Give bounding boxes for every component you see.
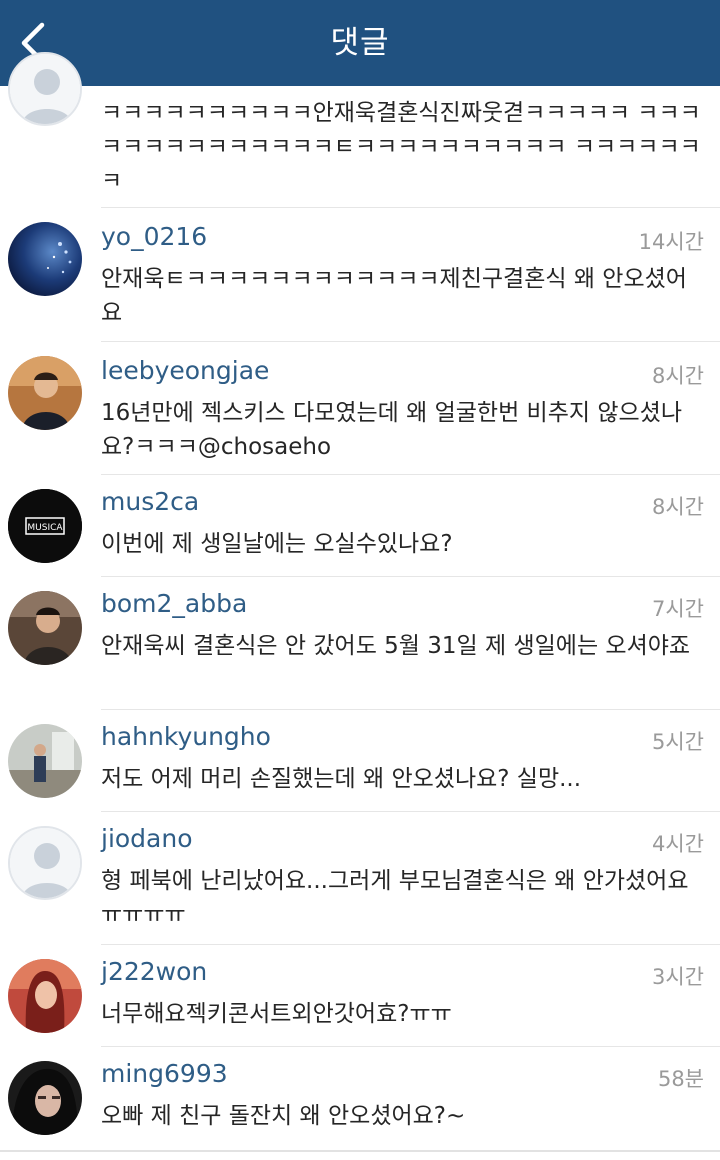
top-bar: 댓글 [0, 0, 720, 86]
comment-text: 이번에 제 생일날에는 오실수있나요? [101, 531, 453, 557]
avatar-image [8, 1061, 82, 1135]
comment-text: 오빠 제 친구 돌잔치 왜 안오셨어요?~ [101, 1103, 466, 1129]
timestamp: 8시간 [651, 364, 704, 388]
comment-item: ㅋㅋㅋㅋㅋㅋㅋㅋㅋㅋ안재욱결혼식진짜웃겯ㅋㅋㅋㅋㅋ ㅋㅋㅋㅋㅋㅋㅋㅋㅋㅋㅋㅋㅋㅋ… [0, 52, 720, 208]
username[interactable]: bom2_abba [101, 589, 247, 618]
timestamp: 3시간 [651, 965, 704, 989]
comment-item: jiodano 4시간 형 페북에 난리났어요...그러게 부모님결혼식은 왜 … [0, 812, 720, 945]
comment-item: leebyeongjae 8시간 16년만에 젝스키스 다모였는데 왜 얼굴한번… [0, 342, 720, 475]
username[interactable]: yo_0216 [101, 222, 207, 251]
avatar[interactable] [8, 959, 82, 1033]
comment-item: ming6993 58분 오빠 제 친구 돌잔치 왜 안오셨어요?~ [0, 1047, 720, 1149]
username[interactable]: jiodano [101, 824, 193, 853]
comment-text: 16년만에 젝스키스 다모였는데 왜 얼굴한번 비추지 않으셨나요?ㅋㅋㅋ@ch… [101, 400, 682, 460]
avatar-logo-text: MUSICA [27, 523, 63, 533]
avatar-image [8, 959, 82, 1033]
default-avatar-icon [10, 828, 80, 898]
default-avatar-icon [10, 54, 80, 124]
avatar[interactable]: MUSICA [8, 489, 82, 563]
comment-item: bom2_abba 7시간 안재욱씨 결혼식은 안 갔어도 5월 31일 제 생… [0, 577, 720, 710]
avatar-image [8, 591, 82, 665]
comment-text: ㅋㅋㅋㅋㅋㅋㅋㅋㅋㅋ안재욱결혼식진짜웃겯ㅋㅋㅋㅋㅋ ㅋㅋㅋㅋㅋㅋㅋㅋㅋㅋㅋㅋㅋㅋ… [101, 100, 701, 194]
avatar-image [8, 724, 82, 798]
comment-text: 저도 어제 머리 손질했는데 왜 안오셨나요? 실망... [101, 766, 582, 792]
page-title: 댓글 [330, 25, 390, 61]
avatar-image [8, 222, 82, 296]
avatar[interactable] [8, 591, 82, 665]
username[interactable]: leebyeongjae [101, 356, 269, 385]
timestamp: 14시간 [638, 230, 704, 254]
bottom-divider [0, 1150, 720, 1152]
avatar[interactable] [8, 356, 82, 430]
username[interactable]: j222won [101, 957, 207, 986]
avatar[interactable] [8, 222, 82, 296]
comment-item: hahnkyungho 5시간 저도 어제 머리 손질했는데 왜 안오셨나요? … [0, 710, 720, 812]
avatar[interactable] [8, 724, 82, 798]
comment-text: 형 페북에 난리났어요...그러게 부모님결혼식은 왜 안가셨어요ㅠㅠㅠㅠ [101, 868, 689, 928]
comment-item: yo_0216 14시간 안재욱ㅌㅋㅋㅋㅋㅋㅋㅋㅋㅋㅋㅋㅋ제친구결혼식 왜 안오… [0, 208, 720, 342]
timestamp: 4시간 [651, 832, 704, 856]
comment-text: 너무해요젝키콘서트외안갓어효?ㅠㅠ [101, 1001, 452, 1027]
comment-text: 안재욱씨 결혼식은 안 갔어도 5월 31일 제 생일에는 오셔야죠 [101, 633, 691, 659]
username[interactable]: mus2ca [101, 487, 199, 516]
username[interactable]: ming6993 [101, 1059, 228, 1088]
comment-item: MUSICA mus2ca 8시간 이번에 제 생일날에는 오실수있나요? [0, 475, 720, 577]
avatar[interactable] [8, 826, 82, 900]
avatar-image [8, 356, 82, 430]
avatar[interactable] [8, 52, 82, 126]
timestamp: 5시간 [651, 730, 704, 754]
timestamp: 7시간 [651, 597, 704, 621]
timestamp: 8시간 [651, 495, 704, 519]
avatar[interactable] [8, 1061, 82, 1135]
avatar-image: MUSICA [8, 489, 82, 563]
username[interactable]: hahnkyungho [101, 722, 271, 751]
timestamp: 58분 [657, 1067, 704, 1091]
comment-item: j222won 3시간 너무해요젝키콘서트외안갓어효?ㅠㅠ [0, 945, 720, 1047]
comment-text: 안재욱ㅌㅋㅋㅋㅋㅋㅋㅋㅋㅋㅋㅋㅋ제친구결혼식 왜 안오셨어요 [101, 266, 687, 326]
